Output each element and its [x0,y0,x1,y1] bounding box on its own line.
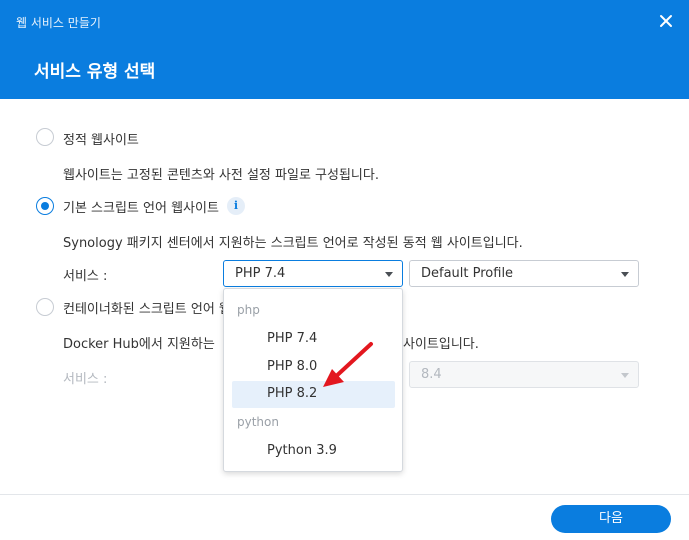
option-script-description: Synology 패키지 센터에서 지원하는 스크립트 언어로 작성된 동적 웹… [63,236,523,251]
option-container-description-right: 사이트입니다. [403,337,479,352]
container-version-value: 8.4 [421,367,442,382]
option-container-label: 컨테이너화된 스크립트 언어 웹 [63,302,231,317]
window-title: 웹 서비스 만들기 [16,16,101,30]
footer-divider [0,494,689,495]
container-version-select: 8.4 [409,361,639,388]
radio-container-website[interactable] [36,298,54,316]
step-title: 서비스 유형 선택 [34,62,156,82]
option-static-description: 웹사이트는 고정된 콘텐츠와 사전 설정 파일로 구성됩니다. [63,168,379,183]
info-icon[interactable]: i [227,197,245,215]
dialog-header: 웹 서비스 만들기 서비스 유형 선택 [0,0,689,99]
chevron-down-icon [385,272,393,277]
php-version-select[interactable]: PHP 7.4 [223,260,403,287]
radio-script-website[interactable] [36,197,54,215]
php-version-value: PHP 7.4 [235,266,286,281]
group-label-php: php [237,303,260,317]
option-container-description-left: Docker Hub에서 지원하는 [63,337,215,352]
service-label: 서비스 : [63,269,108,284]
option-script-label: 기본 스크립트 언어 웹사이트 [63,201,219,216]
container-service-label: 서비스 : [63,372,108,387]
radio-static-website[interactable] [36,128,54,146]
option-static-label: 정적 웹사이트 [63,133,139,148]
annotation-arrow-icon [323,342,373,387]
close-icon[interactable] [657,12,675,30]
chevron-down-icon [621,272,629,277]
next-button[interactable]: 다음 [551,505,671,533]
profile-select[interactable]: Default Profile [409,260,639,287]
option-python-39[interactable]: Python 3.9 [232,438,395,465]
profile-value: Default Profile [421,266,514,281]
group-label-python: python [237,415,279,429]
chevron-down-icon [621,373,629,378]
